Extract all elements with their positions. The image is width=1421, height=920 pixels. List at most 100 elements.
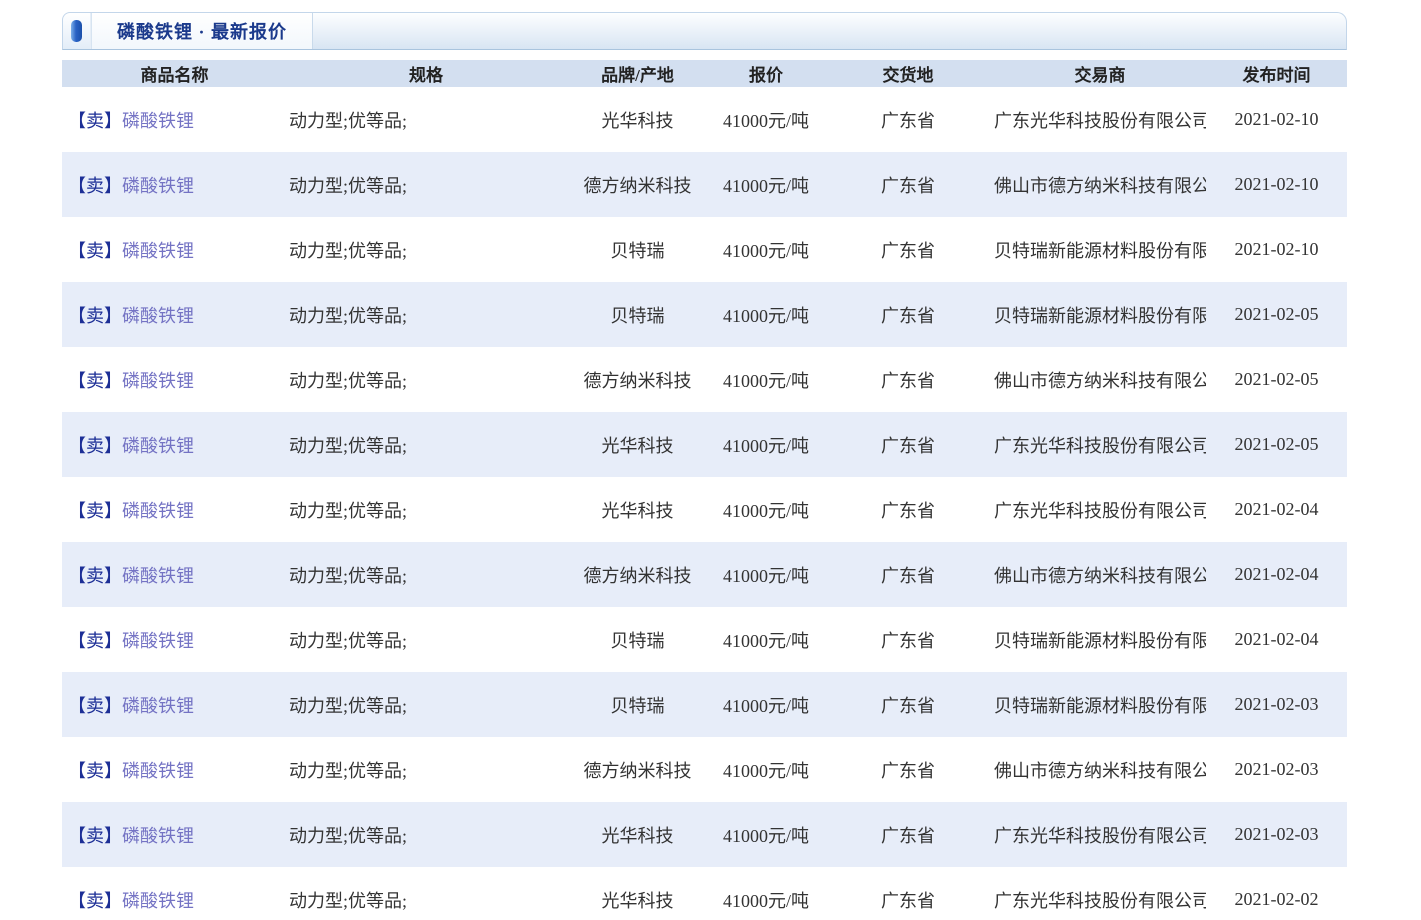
- delivery-cell: 广东省: [822, 152, 994, 217]
- price-cell: 41000元/吨: [710, 672, 822, 737]
- sell-tag: 【卖】: [68, 241, 122, 261]
- price-cell: 41000元/吨: [710, 347, 822, 412]
- column-header-product: 商品名称: [62, 60, 287, 87]
- brand-cell: 光华科技: [565, 802, 710, 867]
- table-row: 【卖】磷酸铁锂动力型;优等品;光华科技41000元/吨广东省广东光华科技股份有限…: [62, 867, 1347, 920]
- price-cell: 41000元/吨: [710, 282, 822, 347]
- product-link[interactable]: 磷酸铁锂: [122, 696, 194, 716]
- sell-tag: 【卖】: [68, 631, 122, 651]
- quotes-table: 商品名称 规格 品牌/产地 报价 交货地 交易商 发布时间 【卖】磷酸铁锂动力型…: [62, 60, 1347, 920]
- price-cell: 41000元/吨: [710, 607, 822, 672]
- delivery-cell: 广东省: [822, 542, 994, 607]
- sell-tag: 【卖】: [68, 761, 122, 781]
- product-cell: 【卖】磷酸铁锂: [62, 802, 287, 867]
- spec-cell: 动力型;优等品;: [287, 412, 565, 477]
- date-cell: 2021-02-03: [1206, 737, 1347, 802]
- table-row: 【卖】磷酸铁锂动力型;优等品;光华科技41000元/吨广东省广东光华科技股份有限…: [62, 412, 1347, 477]
- product-link[interactable]: 磷酸铁锂: [122, 176, 194, 196]
- date-cell: 2021-02-03: [1206, 672, 1347, 737]
- trader-cell: 广东光华科技股份有限公司: [994, 867, 1206, 920]
- column-header-spec: 规格: [287, 60, 565, 87]
- product-link[interactable]: 磷酸铁锂: [122, 436, 194, 456]
- delivery-cell: 广东省: [822, 282, 994, 347]
- column-header-brand: 品牌/产地: [565, 60, 710, 87]
- column-header-delivery: 交货地: [822, 60, 994, 87]
- product-link[interactable]: 磷酸铁锂: [122, 826, 194, 846]
- product-link[interactable]: 磷酸铁锂: [122, 371, 194, 391]
- sell-tag: 【卖】: [68, 111, 122, 131]
- product-cell: 【卖】磷酸铁锂: [62, 217, 287, 282]
- date-cell: 2021-02-10: [1206, 87, 1347, 152]
- product-link[interactable]: 磷酸铁锂: [122, 241, 194, 261]
- product-cell: 【卖】磷酸铁锂: [62, 347, 287, 412]
- product-cell: 【卖】磷酸铁锂: [62, 542, 287, 607]
- price-cell: 41000元/吨: [710, 542, 822, 607]
- table-row: 【卖】磷酸铁锂动力型;优等品;光华科技41000元/吨广东省广东光华科技股份有限…: [62, 802, 1347, 867]
- delivery-cell: 广东省: [822, 87, 994, 152]
- table-row: 【卖】磷酸铁锂动力型;优等品;德方纳米科技41000元/吨广东省佛山市德方纳米科…: [62, 542, 1347, 607]
- date-cell: 2021-02-04: [1206, 542, 1347, 607]
- date-cell: 2021-02-04: [1206, 607, 1347, 672]
- date-cell: 2021-02-04: [1206, 477, 1347, 542]
- date-cell: 2021-02-02: [1206, 867, 1347, 920]
- spec-cell: 动力型;优等品;: [287, 672, 565, 737]
- price-cell: 41000元/吨: [710, 152, 822, 217]
- blue-pill-bullet-icon: [71, 20, 82, 42]
- product-link[interactable]: 磷酸铁锂: [122, 566, 194, 586]
- trader-cell: 佛山市德方纳米科技有限公: [994, 737, 1206, 802]
- price-cell: 41000元/吨: [710, 87, 822, 152]
- product-cell: 【卖】磷酸铁锂: [62, 412, 287, 477]
- sell-tag: 【卖】: [68, 566, 122, 586]
- column-header-date: 发布时间: [1206, 60, 1347, 87]
- sell-tag: 【卖】: [68, 436, 122, 456]
- product-cell: 【卖】磷酸铁锂: [62, 87, 287, 152]
- delivery-cell: 广东省: [822, 802, 994, 867]
- tab-latest-quotes[interactable]: 磷酸铁锂 · 最新报价: [91, 13, 313, 49]
- quotes-table-wrap: 商品名称 规格 品牌/产地 报价 交货地 交易商 发布时间 【卖】磷酸铁锂动力型…: [62, 60, 1347, 920]
- trader-cell: 广东光华科技股份有限公司: [994, 87, 1206, 152]
- table-row: 【卖】磷酸铁锂动力型;优等品;贝特瑞41000元/吨广东省贝特瑞新能源材料股份有…: [62, 672, 1347, 737]
- table-row: 【卖】磷酸铁锂动力型;优等品;光华科技41000元/吨广东省广东光华科技股份有限…: [62, 477, 1347, 542]
- bullet-tab: [63, 13, 91, 49]
- trader-cell: 贝特瑞新能源材料股份有限: [994, 607, 1206, 672]
- date-cell: 2021-02-10: [1206, 217, 1347, 282]
- brand-cell: 光华科技: [565, 412, 710, 477]
- product-link[interactable]: 磷酸铁锂: [122, 631, 194, 651]
- spec-cell: 动力型;优等品;: [287, 542, 565, 607]
- date-cell: 2021-02-10: [1206, 152, 1347, 217]
- trader-cell: 贝特瑞新能源材料股份有限: [994, 282, 1206, 347]
- price-cell: 41000元/吨: [710, 412, 822, 477]
- date-cell: 2021-02-05: [1206, 412, 1347, 477]
- table-row: 【卖】磷酸铁锂动力型;优等品;德方纳米科技41000元/吨广东省佛山市德方纳米科…: [62, 152, 1347, 217]
- brand-cell: 贝特瑞: [565, 282, 710, 347]
- spec-cell: 动力型;优等品;: [287, 87, 565, 152]
- product-cell: 【卖】磷酸铁锂: [62, 672, 287, 737]
- trader-cell: 广东光华科技股份有限公司: [994, 477, 1206, 542]
- trader-cell: 贝特瑞新能源材料股份有限: [994, 217, 1206, 282]
- spec-cell: 动力型;优等品;: [287, 347, 565, 412]
- spec-cell: 动力型;优等品;: [287, 802, 565, 867]
- brand-cell: 光华科技: [565, 867, 710, 920]
- product-link[interactable]: 磷酸铁锂: [122, 501, 194, 521]
- section-tab-bar: 磷酸铁锂 · 最新报价: [62, 12, 1347, 50]
- price-cell: 41000元/吨: [710, 737, 822, 802]
- product-cell: 【卖】磷酸铁锂: [62, 477, 287, 542]
- product-link[interactable]: 磷酸铁锂: [122, 891, 194, 911]
- brand-cell: 光华科技: [565, 477, 710, 542]
- product-cell: 【卖】磷酸铁锂: [62, 607, 287, 672]
- product-link[interactable]: 磷酸铁锂: [122, 111, 194, 131]
- spec-cell: 动力型;优等品;: [287, 477, 565, 542]
- price-cell: 41000元/吨: [710, 217, 822, 282]
- trader-cell: 贝特瑞新能源材料股份有限: [994, 672, 1206, 737]
- trader-cell: 佛山市德方纳米科技有限公: [994, 347, 1206, 412]
- delivery-cell: 广东省: [822, 477, 994, 542]
- product-link[interactable]: 磷酸铁锂: [122, 306, 194, 326]
- product-link[interactable]: 磷酸铁锂: [122, 761, 194, 781]
- spec-cell: 动力型;优等品;: [287, 282, 565, 347]
- product-cell: 【卖】磷酸铁锂: [62, 737, 287, 802]
- trader-cell: 佛山市德方纳米科技有限公: [994, 542, 1206, 607]
- column-header-price: 报价: [710, 60, 822, 87]
- spec-cell: 动力型;优等品;: [287, 737, 565, 802]
- brand-cell: 贝特瑞: [565, 217, 710, 282]
- table-row: 【卖】磷酸铁锂动力型;优等品;德方纳米科技41000元/吨广东省佛山市德方纳米科…: [62, 737, 1347, 802]
